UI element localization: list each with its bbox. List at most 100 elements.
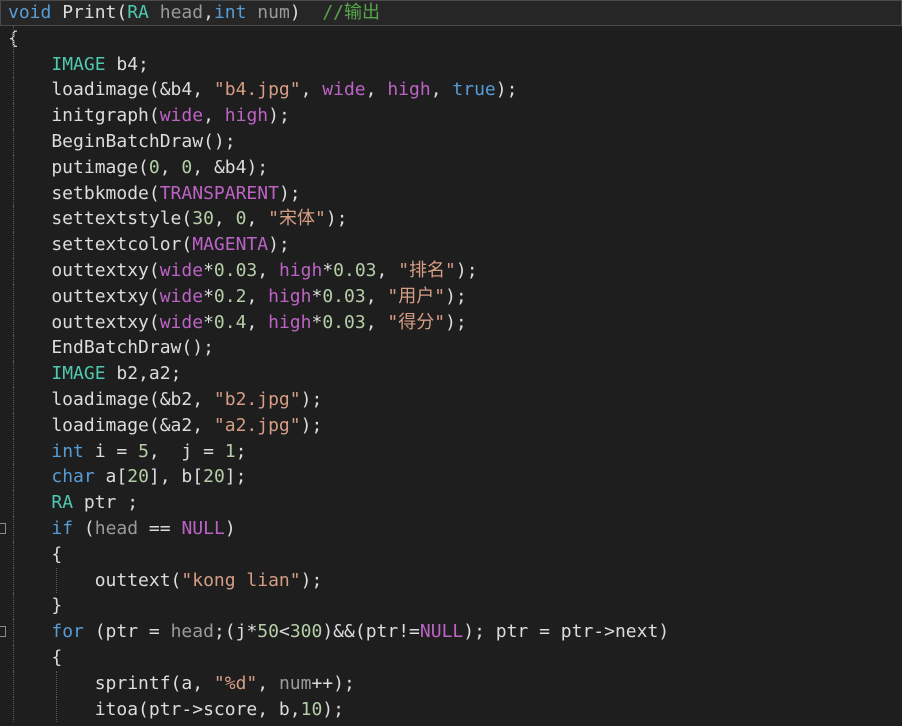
code-token: , [246,208,269,230]
code-token: , [213,208,236,230]
indent-guide [13,154,14,181]
code-line[interactable]: RA ptr ; [8,490,902,516]
code-line[interactable]: settextcolor(MAGENTA); [8,232,902,258]
code-line[interactable]: outtext("kong lian"); [8,567,902,594]
code-token: * [203,285,214,307]
code-line[interactable]: setbkmode(TRANSPARENT); [8,180,902,207]
fold-toggle-icon[interactable] [0,626,6,638]
indent-guide [56,567,58,594]
code-token: ); [268,234,290,256]
code-token: loadimage(&b2, [8,388,214,410]
code-token: wide [159,259,204,281]
code-token: * [311,311,323,333]
fold-toggle-icon[interactable] [0,523,6,534]
code-token: ) [289,2,323,23]
code-token: high [224,105,269,127]
indent-guide [13,77,14,104]
code-token: ); [300,569,323,591]
indent-guide [13,567,14,594]
indent-guide [13,464,14,491]
code-line[interactable]: EndBatchDraw(); [8,335,902,362]
code-line[interactable]: { [8,644,902,671]
code-line[interactable]: outtextxy(wide*0.4, high*0.03, "得分"); [8,309,902,336]
indent-guide [13,103,14,129]
code-line[interactable]: itoa(ptr->score, b,10); [8,696,902,723]
code-token: itoa(ptr->score, b, [8,698,301,720]
code-token: < [278,621,290,643]
code-token: ); [322,698,344,720]
code-token: high [278,259,323,281]
code-token: } [8,595,63,617]
code-token: 0.03 [322,311,366,333]
code-line[interactable]: if (head == NULL) [8,515,902,542]
code-line[interactable]: IMAGE b2,a2; [8,361,902,387]
code-token: "得分" [387,311,446,333]
indent-guide [13,515,14,542]
indent-guide [13,412,14,439]
code-token: RA [51,492,74,514]
code-token: * [322,259,334,281]
code-line[interactable]: void Print(RA head,int num) //输出 [0,0,902,26]
indent-guide [13,386,14,413]
code-token: high [387,79,431,101]
code-token: 20 [127,466,149,488]
code-line[interactable]: for (ptr = head;(j*50<300)&&(ptr!=NULL);… [8,619,902,645]
code-token: ); [445,311,467,333]
code-token: wide [159,285,204,307]
code-token: wide [159,311,204,333]
code-token: setbkmode( [8,182,160,204]
code-token: a[ [94,466,128,488]
code-line[interactable]: sprintf(a, "%d", num++); [8,670,902,697]
code-token: "b2.jpg" [213,388,301,410]
indent-guide [13,51,14,78]
code-line[interactable]: { [8,541,902,568]
code-token: b4; [105,53,149,75]
indent-guide [13,180,14,207]
code-line[interactable]: } [8,593,902,620]
indent-guide [13,283,14,310]
code-token: ); [495,79,518,101]
code-token: wide [322,79,366,101]
indent-guide [13,257,14,284]
code-token: 0.03 [322,285,366,307]
code-token: 0 [181,156,193,178]
code-token: outtext( [8,569,182,591]
code-line[interactable]: int i = 5, j = 1; [8,438,902,465]
code-line[interactable]: initgraph(wide, high); [8,103,902,129]
code-token: BeginBatchDraw(); [8,130,236,152]
code-line[interactable]: IMAGE b4; [8,51,902,78]
code-line[interactable]: BeginBatchDraw(); [8,128,902,155]
code-editor[interactable]: void Print(RA head,int num) //输出{ IMAGE … [0,0,902,726]
indent-guide [13,232,14,258]
code-area[interactable]: void Print(RA head,int num) //输出{ IMAGE … [0,0,902,723]
fold-gutter[interactable] [0,0,8,726]
code-token: 50 [257,621,279,643]
code-token: sprintf(a, [8,672,214,694]
code-token: ); [455,259,478,281]
code-line[interactable]: outtextxy(wide*0.2, high*0.03, "用户"); [8,283,902,310]
code-token: outtextxy( [8,311,160,333]
code-token: ); [325,208,348,230]
code-token: 0 [148,156,160,178]
code-line[interactable]: { [8,25,902,52]
code-token: //输出 [322,2,381,23]
code-token: 0.2 [213,285,247,307]
code-line[interactable]: settextstyle(30, 0, "宋体"); [8,206,902,233]
code-token: loadimage(&a2, [8,414,214,436]
code-line[interactable]: outtextxy(wide*0.03, high*0.03, "排名"); [8,257,902,284]
code-token: "排名" [398,259,456,281]
code-line[interactable]: char a[20], b[20]; [8,464,902,491]
code-line[interactable]: loadimage(&b2, "b2.jpg"); [8,386,902,413]
code-token: , [365,311,388,333]
code-line[interactable]: loadimage(&a2, "a2.jpg"); [8,412,902,439]
code-token: b2,a2; [105,363,182,385]
code-line[interactable]: loadimage(&b4, "b4.jpg", wide, high, tru… [8,77,902,104]
code-token: loadimage(&b4, [8,79,214,101]
code-token: head [94,517,139,539]
code-line[interactable]: putimage(0, 0, &b4); [8,154,902,181]
code-token: , [430,79,453,101]
indent-guide [13,593,14,620]
